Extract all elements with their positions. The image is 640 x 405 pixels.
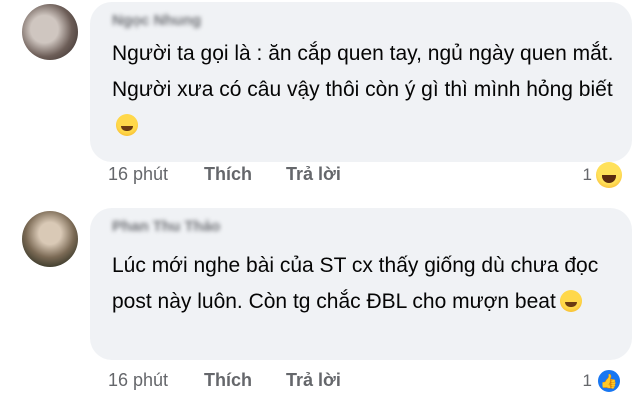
like-button[interactable]: Thích bbox=[204, 164, 252, 185]
comment-text: Lúc mới nghe bài của ST cx thấy giống dù… bbox=[112, 248, 622, 320]
comment-body: Người ta gọi là : ăn cắp quen tay, ngủ n… bbox=[112, 42, 614, 101]
author-name[interactable]: Ngọc Nhung bbox=[112, 12, 201, 30]
reply-button[interactable]: Trả lời bbox=[286, 370, 341, 391]
laugh-reaction-icon bbox=[596, 162, 622, 188]
reply-button[interactable]: Trả lời bbox=[286, 164, 341, 185]
laughing-emoji-icon bbox=[116, 114, 138, 136]
comment-bubble: Ngọc Nhung Người ta gọi là : ăn cắp quen… bbox=[90, 2, 632, 162]
like-reaction-icon: 👍 bbox=[596, 368, 622, 394]
author-name[interactable]: Phan Thu Thảo bbox=[112, 218, 220, 236]
timestamp[interactable]: 16 phút bbox=[108, 370, 168, 391]
comment-bubble: Phan Thu Thảo Lúc mới nghe bài của ST cx… bbox=[90, 208, 632, 360]
comment-text: Người ta gọi là : ăn cắp quen tay, ngủ n… bbox=[112, 36, 622, 144]
avatar[interactable] bbox=[22, 4, 78, 60]
comment-body: Lúc mới nghe bài của ST cx thấy giống dù… bbox=[112, 254, 599, 313]
timestamp[interactable]: 16 phút bbox=[108, 164, 168, 185]
reaction-count: 1 bbox=[582, 165, 592, 184]
laughing-emoji-icon bbox=[559, 290, 582, 312]
reaction-count: 1 bbox=[582, 371, 592, 390]
like-button[interactable]: Thích bbox=[204, 370, 252, 391]
avatar[interactable] bbox=[22, 211, 78, 267]
